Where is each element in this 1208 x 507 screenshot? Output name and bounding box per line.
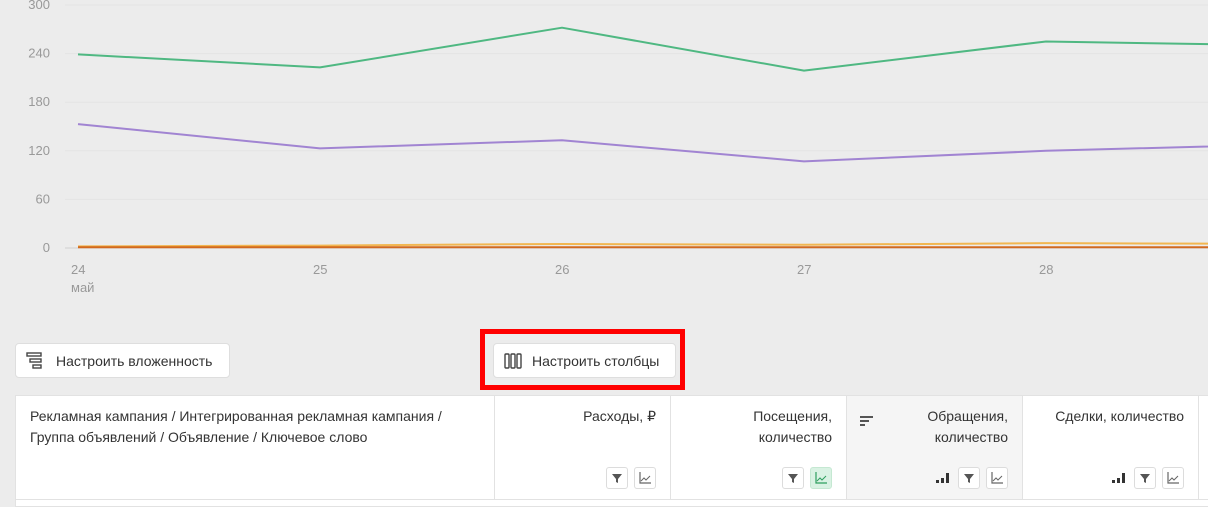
column-header-visits-label: Посещения, количество <box>753 406 832 448</box>
column-header-campaign[interactable]: Рекламная кампания / Интегрированная рек… <box>16 396 495 499</box>
column-header-visits[interactable]: Посещения, количество <box>671 396 847 499</box>
x-tick-label: 27 <box>797 262 811 277</box>
series-line-1 <box>77 26 1208 72</box>
configure-nesting-button[interactable]: Настроить вложенность <box>15 343 230 378</box>
chart-toggle-icon[interactable] <box>1162 467 1184 489</box>
configure-columns-label: Настроить столбцы <box>532 352 660 369</box>
filter-icon[interactable] <box>782 467 804 489</box>
x-month-label: май <box>71 280 94 295</box>
configure-nesting-label: Настроить вложенность <box>56 352 213 369</box>
y-tick-label: 240 <box>28 46 50 61</box>
column-header-campaign-label: Рекламная кампания / Интегрированная рек… <box>30 408 442 445</box>
table-row-divider <box>16 499 1208 500</box>
column-header-deals[interactable]: Сделки, количество <box>1023 396 1199 499</box>
column-header-visits-line2: количество <box>758 429 832 445</box>
chart-toggle-icon[interactable] <box>986 467 1008 489</box>
column-header-requests-line2: количество <box>934 429 1008 445</box>
x-tick-label: 25 <box>313 262 327 277</box>
x-tick-label: 24 <box>71 262 85 277</box>
line-chart: 300240180120600242526272829май <box>28 0 1208 295</box>
y-tick-label: 60 <box>36 191 50 206</box>
configure-columns-button[interactable]: Настроить столбцы <box>493 343 676 378</box>
y-tick-label: 180 <box>28 94 50 109</box>
sort-order-icon[interactable] <box>1112 473 1126 483</box>
y-tick-label: 120 <box>28 143 50 158</box>
sort-order-icon[interactable] <box>936 473 950 483</box>
column-header-expenses-label: Расходы, ₽ <box>583 408 656 424</box>
column-header-requests-line1: Обращения, <box>927 408 1008 424</box>
column-header-expenses[interactable]: Расходы, ₽ <box>495 396 671 499</box>
chart-toggle-icon-active[interactable] <box>810 467 832 489</box>
series-line-3 <box>77 242 1208 248</box>
column-header-visits-line1: Посещения, <box>753 408 832 424</box>
y-tick-label: 300 <box>28 0 50 12</box>
column-header-requests[interactable]: Обращения, количество <box>847 396 1023 499</box>
x-tick-label: 26 <box>555 262 569 277</box>
filter-icon[interactable] <box>958 467 980 489</box>
chart-toggle-icon[interactable] <box>634 467 656 489</box>
data-table: Рекламная кампания / Интегрированная рек… <box>15 395 1208 507</box>
x-tick-label: 28 <box>1039 262 1053 277</box>
column-header-requests-label: Обращения, количество <box>927 406 1008 448</box>
series-line-2 <box>77 123 1208 163</box>
y-tick-label: 0 <box>43 240 50 255</box>
column-header-deals-label: Сделки, количество <box>1055 408 1184 424</box>
filter-icon[interactable] <box>606 467 628 489</box>
sort-icon[interactable] <box>860 412 874 433</box>
nesting-icon <box>26 351 46 370</box>
columns-icon <box>504 352 522 369</box>
filter-icon[interactable] <box>1134 467 1156 489</box>
